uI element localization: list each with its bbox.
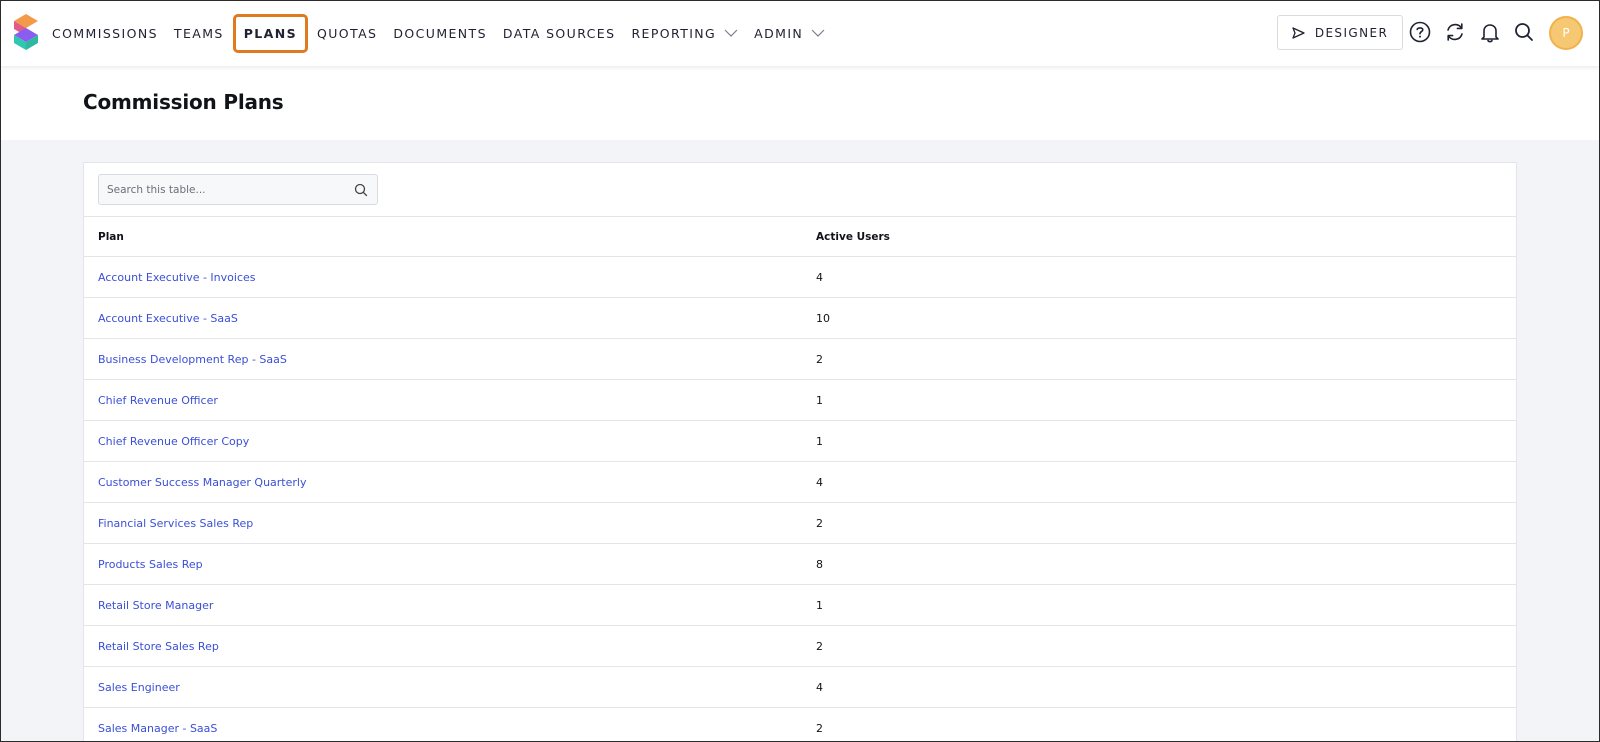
chevron-down-icon bbox=[811, 29, 825, 37]
plan-link[interactable]: Chief Revenue Officer Copy bbox=[98, 435, 249, 448]
nav-item-quotas[interactable]: QUOTAS bbox=[317, 26, 377, 41]
nav-item-label: ADMIN bbox=[754, 25, 804, 41]
nav-item-label: REPORTING bbox=[631, 25, 717, 41]
search-input[interactable] bbox=[107, 183, 347, 196]
page-header: Commission Plans bbox=[0, 66, 1600, 140]
table-row: Business Development Rep - SaaS 2 bbox=[84, 339, 1516, 380]
main-nav: COMMISSIONS TEAMS PLANS QUOTAS DOCUMENTS DATA… bbox=[52, 0, 841, 66]
nav-item-admin[interactable]: ADMIN bbox=[754, 26, 825, 41]
table-row: Retail Store Manager 1 bbox=[84, 585, 1516, 626]
designer-button[interactable]: DESIGNER bbox=[1277, 15, 1403, 50]
nav-item-label: PLANS bbox=[243, 25, 297, 41]
nav-item-label: DATA SOURCES bbox=[502, 25, 616, 41]
active-users-count: 2 bbox=[816, 640, 823, 653]
help-icon[interactable] bbox=[1408, 20, 1432, 44]
plan-link[interactable]: Financial Services Sales Rep bbox=[98, 517, 253, 530]
table-row: Customer Success Manager Quarterly 4 bbox=[84, 462, 1516, 503]
nav-item-label: TEAMS bbox=[173, 25, 224, 41]
plan-link[interactable]: Retail Store Sales Rep bbox=[98, 640, 219, 653]
plan-link[interactable]: Business Development Rep - SaaS bbox=[98, 353, 287, 366]
search-icon[interactable] bbox=[1512, 20, 1536, 44]
plan-link[interactable]: Retail Store Manager bbox=[98, 599, 213, 612]
table-row: Products Sales Rep 8 bbox=[84, 544, 1516, 585]
active-users-count: 1 bbox=[816, 599, 823, 612]
bell-icon[interactable] bbox=[1478, 20, 1502, 44]
search-icon[interactable] bbox=[354, 183, 368, 197]
active-users-count: 2 bbox=[816, 353, 823, 366]
active-users-count: 2 bbox=[816, 517, 823, 530]
table-row: Account Executive - Invoices 4 bbox=[84, 257, 1516, 298]
plan-link[interactable]: Products Sales Rep bbox=[98, 558, 203, 571]
table-row: Financial Services Sales Rep 2 bbox=[84, 503, 1516, 544]
top-navigation: COMMISSIONS TEAMS PLANS QUOTAS DOCUMENTS DATA… bbox=[0, 0, 1600, 66]
nav-item-reporting[interactable]: REPORTING bbox=[631, 26, 738, 41]
nav-item-data-sources[interactable]: DATA SOURCES bbox=[503, 26, 616, 41]
active-users-count: 8 bbox=[816, 558, 823, 571]
table-body: Account Executive - Invoices 4 Account Exe… bbox=[84, 257, 1516, 742]
plan-link[interactable]: Account Executive - Invoices bbox=[98, 271, 256, 284]
table-row: Account Executive - SaaS 10 bbox=[84, 298, 1516, 339]
table-row: Sales Engineer 4 bbox=[84, 667, 1516, 708]
table-search bbox=[98, 174, 378, 205]
active-users-count: 4 bbox=[816, 681, 823, 694]
column-header-plan[interactable]: Plan bbox=[98, 231, 124, 243]
send-icon bbox=[1292, 26, 1305, 39]
app-logo[interactable] bbox=[14, 14, 38, 50]
column-header-active-users[interactable]: Active Users bbox=[816, 231, 890, 243]
plan-link[interactable]: Sales Manager - SaaS bbox=[98, 722, 217, 735]
page-title: Commission Plans bbox=[83, 90, 284, 114]
table-row: Chief Revenue Officer Copy 1 bbox=[84, 421, 1516, 462]
nav-item-label: COMMISSIONS bbox=[52, 25, 158, 41]
table-row: Retail Store Sales Rep 2 bbox=[84, 626, 1516, 667]
active-users-count: 1 bbox=[816, 394, 823, 407]
nav-item-teams[interactable]: TEAMS bbox=[174, 26, 224, 41]
active-users-count: 4 bbox=[816, 271, 823, 284]
plan-link[interactable]: Sales Engineer bbox=[98, 681, 180, 694]
active-users-count: 2 bbox=[816, 722, 823, 735]
nav-item-documents[interactable]: DOCUMENTS bbox=[393, 26, 487, 41]
nav-item-label: QUOTAS bbox=[316, 25, 378, 41]
table-row: Chief Revenue Officer 1 bbox=[84, 380, 1516, 421]
designer-label: DESIGNER bbox=[1314, 25, 1389, 40]
active-users-count: 10 bbox=[816, 312, 830, 325]
nav-item-label: DOCUMENTS bbox=[393, 25, 487, 41]
chevron-down-icon bbox=[724, 29, 738, 37]
active-users-count: 4 bbox=[816, 476, 823, 489]
nav-item-commissions[interactable]: COMMISSIONS bbox=[52, 26, 158, 41]
table-row: Sales Manager - SaaS 2 bbox=[84, 708, 1516, 742]
active-users-count: 1 bbox=[816, 435, 823, 448]
plan-link[interactable]: Account Executive - SaaS bbox=[98, 312, 238, 325]
avatar[interactable]: P bbox=[1549, 16, 1583, 50]
plan-link[interactable]: Customer Success Manager Quarterly bbox=[98, 476, 306, 489]
refresh-icon[interactable] bbox=[1443, 20, 1467, 44]
avatar-initial: P bbox=[1562, 26, 1570, 40]
plan-link[interactable]: Chief Revenue Officer bbox=[98, 394, 218, 407]
nav-item-plans[interactable]: PLANS bbox=[232, 13, 308, 53]
plans-table-card: Plan Active Users Account Executive - In… bbox=[83, 162, 1517, 742]
table-header: Plan Active Users bbox=[84, 216, 1516, 257]
